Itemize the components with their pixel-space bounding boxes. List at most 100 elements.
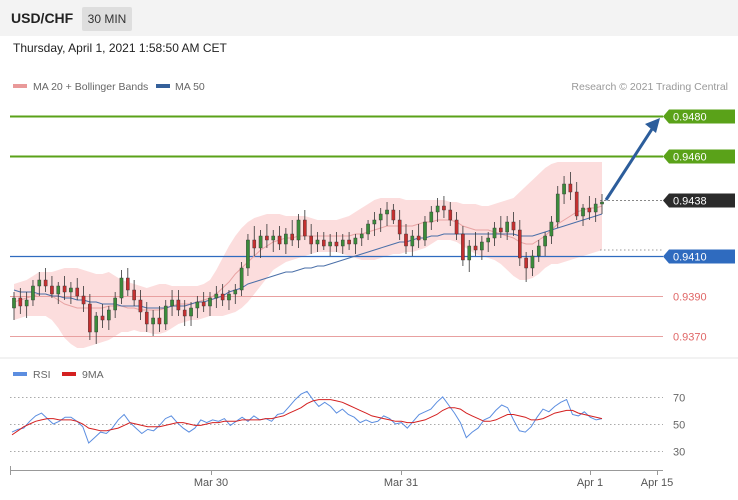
forecast-arrow-shaft — [604, 125, 656, 201]
rsi-legend-label: RSI — [33, 369, 51, 381]
candle-body — [56, 285, 61, 295]
candle-body — [138, 299, 143, 313]
candle-body — [549, 221, 554, 237]
candle-body — [486, 237, 490, 243]
ma20-legend-swatch — [13, 84, 27, 88]
level-label-0.9460: 0.9460 — [673, 152, 707, 164]
candle-body — [397, 219, 402, 235]
x-tick-label: Apr 15 — [641, 477, 673, 489]
candle-body — [271, 235, 276, 241]
rsi-marks: 70 50 30 — [10, 390, 685, 459]
watermark: Research © 2021 Trading Central — [571, 81, 728, 93]
level-label-0.9480: 0.9480 — [673, 112, 707, 124]
candle-body — [75, 287, 80, 297]
candle-body — [562, 183, 566, 195]
candle-body — [220, 293, 225, 301]
candle-body — [119, 277, 124, 299]
candle-body — [366, 223, 370, 235]
candle-body — [208, 297, 212, 307]
level-label-0.9390: 0.9390 — [673, 292, 707, 304]
candle-body — [157, 317, 162, 325]
price-chart: MA 20 + Bollinger Bands MA 50 Research ©… — [0, 81, 738, 489]
rsi-legend: RSI 9MA — [13, 369, 104, 381]
rsi-ma-line — [11, 399, 603, 436]
candle-body — [277, 235, 282, 245]
candle-body — [252, 239, 257, 249]
x-tick-label: Mar 31 — [384, 477, 418, 489]
candle-body — [88, 303, 92, 333]
candle-body — [176, 299, 181, 311]
candle-body — [170, 299, 174, 307]
candle-body — [448, 209, 453, 221]
candle-body — [574, 191, 579, 217]
candle-body — [195, 301, 200, 309]
candle-body — [499, 227, 503, 233]
candle-body — [189, 307, 193, 317]
candle-body — [454, 219, 459, 235]
candle-body — [461, 233, 465, 261]
rsi-ma-legend-swatch — [62, 372, 76, 376]
candle-body — [530, 255, 535, 269]
ma50-legend-label: MA 50 — [175, 81, 205, 93]
candle-body — [423, 221, 427, 241]
candle-body — [214, 293, 219, 299]
candle-body — [315, 239, 320, 245]
x-axis: Mar 30 Mar 31 Apr 1 Apr 15 — [10, 466, 673, 489]
candle-body — [144, 311, 149, 325]
candle-body — [284, 233, 288, 245]
candle-body — [385, 209, 389, 215]
candle-body — [227, 293, 231, 301]
candle-body — [581, 207, 585, 217]
rsi-tick-30: 30 — [673, 447, 685, 459]
candle-body — [290, 233, 294, 241]
candle-body — [94, 315, 98, 333]
candle-body — [296, 219, 301, 241]
candle-body — [480, 241, 484, 251]
candle-body — [126, 277, 130, 291]
ma50-legend-swatch — [156, 84, 170, 88]
rsi-line — [11, 390, 603, 444]
candle-body — [24, 299, 29, 307]
candle-body — [593, 203, 598, 213]
candle-body — [12, 297, 16, 309]
level-label-0.9370: 0.9370 — [673, 332, 707, 344]
candle-body — [378, 213, 383, 221]
candle-body — [233, 289, 238, 295]
rsi-ma-legend-label: 9MA — [82, 369, 104, 381]
candle-body — [391, 209, 396, 221]
rsi-tick-70: 70 — [673, 393, 685, 405]
candle-body — [511, 221, 516, 231]
candle-body — [265, 235, 269, 241]
level-label-0.9438: 0.9438 — [673, 196, 707, 208]
candle-body — [416, 235, 421, 241]
candle-body — [473, 245, 478, 251]
candle-body — [43, 279, 48, 287]
candle-body — [151, 317, 155, 325]
candle-body — [81, 295, 86, 305]
candle-body — [62, 285, 67, 293]
candle-body — [322, 239, 326, 247]
candle-body — [37, 279, 42, 287]
candle-body — [372, 219, 377, 225]
candle-body — [524, 257, 528, 269]
candle-body — [132, 289, 136, 301]
candle-body — [182, 309, 187, 317]
candle-body — [100, 315, 105, 321]
rsi-legend-swatch — [13, 372, 27, 376]
candle-body — [328, 241, 332, 247]
candle-body — [568, 183, 573, 193]
candle-body — [600, 201, 604, 205]
candle-body — [492, 227, 497, 239]
candle-body — [353, 237, 358, 245]
candle-body — [258, 235, 263, 249]
candle-body — [467, 245, 472, 261]
candle-body — [246, 239, 250, 269]
rsi-tick-50: 50 — [673, 420, 685, 432]
candle-body — [347, 239, 351, 245]
candle-body — [435, 205, 440, 213]
price-legend: MA 20 + Bollinger Bands MA 50 Research ©… — [13, 81, 728, 93]
candle-body — [69, 287, 73, 293]
candle-body — [303, 219, 307, 237]
candle-body — [442, 205, 446, 211]
candle-body — [505, 221, 509, 233]
